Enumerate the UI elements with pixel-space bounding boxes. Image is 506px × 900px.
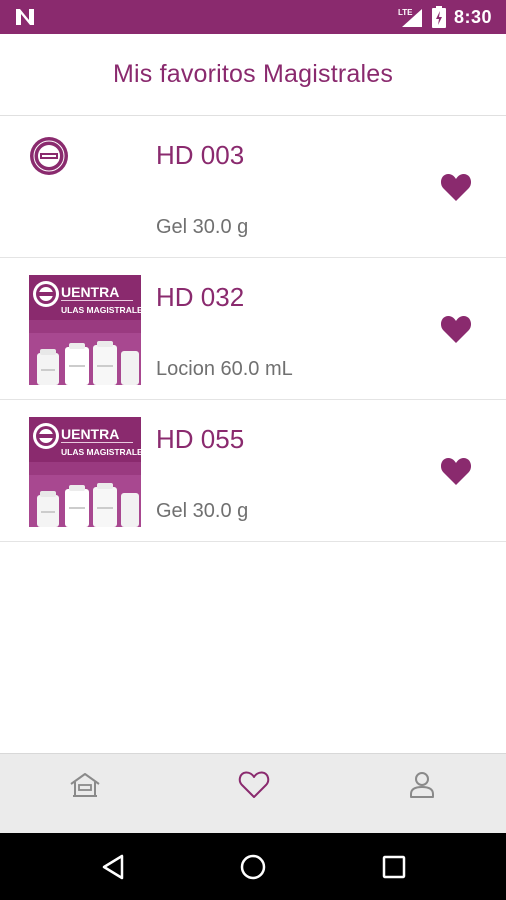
product-photo: UENTRA ULAS MAGISTRALES [29, 417, 141, 527]
product-code: HD 032 [156, 282, 245, 312]
system-navigation-bar [0, 833, 506, 900]
signal-icon: LTE [398, 8, 422, 27]
photo-banner-subtext: ULAS MAGISTRALES [61, 447, 141, 457]
photo-banner-text: UENTRA [61, 426, 119, 442]
page-title: Mis favoritos Magistrales [112, 60, 394, 88]
favorite-heart-button[interactable] [440, 172, 472, 202]
heart-outline-icon[interactable] [237, 768, 271, 802]
brand-logo-icon [30, 137, 68, 175]
product-detail: Gel 30.0 g [156, 216, 249, 238]
status-bar: LTE 8:30 [0, 0, 506, 34]
status-time: 8:30 [453, 6, 492, 27]
product-code: HD 003 [156, 140, 245, 170]
bottom-navigation [0, 753, 506, 833]
favorites-list: HD 003 Gel 30.0 g UENTRA ULAS MAGISTRALE… [0, 116, 506, 542]
favorite-item[interactable]: HD 003 Gel 30.0 g [0, 116, 506, 258]
network-type-label: LTE [398, 8, 413, 17]
home-circle-icon[interactable] [239, 853, 267, 881]
back-icon[interactable] [100, 853, 128, 881]
product-detail: Locion 60.0 mL [156, 358, 293, 380]
product-code: HD 055 [156, 424, 245, 454]
photo-banner-subtext: ULAS MAGISTRALES [61, 305, 141, 315]
app-header: Mis favoritos Magistrales [0, 34, 506, 116]
product-photo: UENTRA ULAS MAGISTRALES [29, 275, 141, 385]
favorite-item[interactable]: UENTRA ULAS MAGISTRALES HD 032 Locion 60… [0, 258, 506, 400]
home-icon[interactable] [68, 768, 102, 802]
recents-icon[interactable] [380, 853, 408, 881]
profile-icon[interactable] [405, 768, 439, 802]
n-notification-icon [16, 9, 34, 25]
photo-banner-text: UENTRA [61, 284, 119, 300]
favorite-item[interactable]: UENTRA ULAS MAGISTRALES HD 055 Gel 30.0 … [0, 400, 506, 542]
favorite-heart-button[interactable] [440, 456, 472, 486]
battery-charging-icon [431, 6, 446, 28]
product-detail: Gel 30.0 g [156, 500, 249, 522]
favorite-heart-button[interactable] [440, 314, 472, 344]
